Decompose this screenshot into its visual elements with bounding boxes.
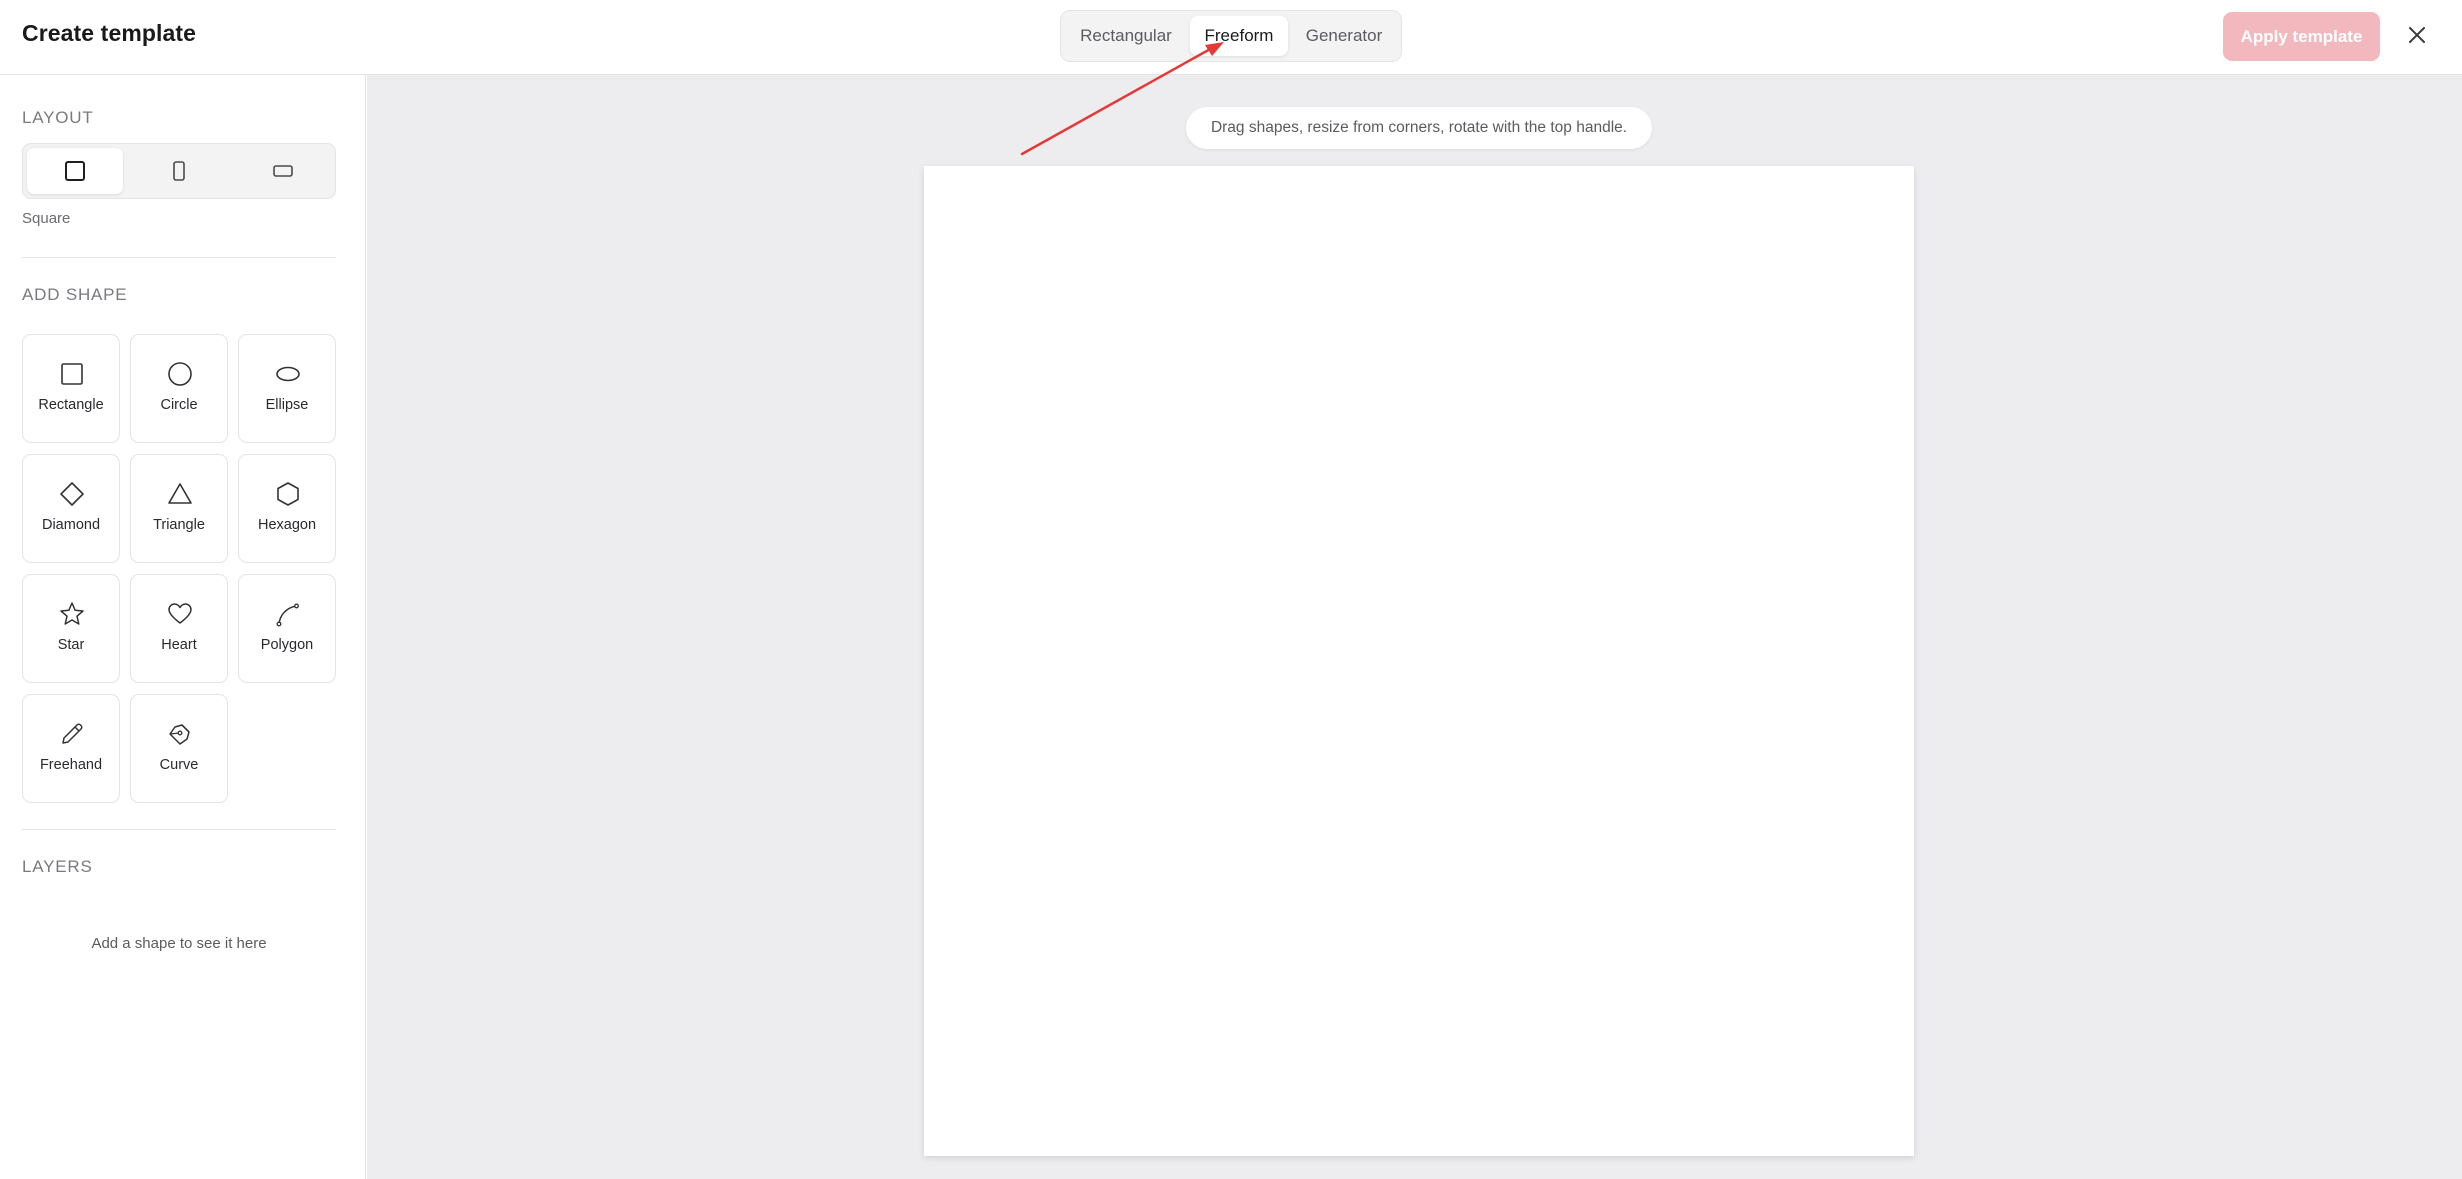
shape-triangle-button[interactable]: Triangle xyxy=(130,454,228,563)
close-button[interactable] xyxy=(2402,20,2432,50)
rectangle-icon xyxy=(61,363,83,385)
shape-hexagon-button[interactable]: Hexagon xyxy=(238,454,336,563)
shape-label: Polygon xyxy=(260,637,314,653)
shape-label: Star xyxy=(57,637,85,653)
circle-icon xyxy=(168,362,192,386)
shape-label: Circle xyxy=(160,397,198,413)
diamond-icon xyxy=(60,482,84,506)
apply-template-button[interactable]: Apply template xyxy=(2223,12,2380,61)
landscape-icon xyxy=(273,165,293,177)
top-bar: Create template Rectangular Freeform Gen… xyxy=(0,0,2462,75)
shape-label: Heart xyxy=(161,637,197,653)
ellipse-icon xyxy=(276,366,300,382)
heart-icon xyxy=(168,603,192,624)
shape-freehand-button[interactable]: Freehand xyxy=(22,694,120,803)
portrait-icon xyxy=(173,161,185,181)
add-shape-heading: ADD SHAPE xyxy=(22,285,128,304)
sidebar: LAYOUT Square ADD SHAPE Rectangle Circle… xyxy=(0,75,366,1179)
shape-label: Ellipse xyxy=(265,397,309,413)
layout-option-square[interactable] xyxy=(27,148,123,194)
shape-label: Rectangle xyxy=(38,397,104,413)
shape-label: Curve xyxy=(159,757,199,773)
pen-tool-icon xyxy=(169,724,190,745)
tab-freeform[interactable]: Freeform xyxy=(1190,16,1288,56)
shape-curve-button[interactable]: Curve xyxy=(130,694,228,803)
shape-diamond-button[interactable]: Diamond xyxy=(22,454,120,563)
canvas-hint: Drag shapes, resize from corners, rotate… xyxy=(1186,107,1652,149)
hexagon-icon xyxy=(277,482,299,506)
layers-heading: LAYERS xyxy=(22,857,93,876)
shape-ellipse-button[interactable]: Ellipse xyxy=(238,334,336,443)
pencil-icon xyxy=(62,723,83,744)
layout-selected-label: Square xyxy=(22,210,71,227)
layout-option-portrait[interactable] xyxy=(131,148,227,194)
template-editor: Create template Rectangular Freeform Gen… xyxy=(0,0,2462,1179)
shape-circle-button[interactable]: Circle xyxy=(130,334,228,443)
layout-selector xyxy=(22,143,336,199)
shape-label: Triangle xyxy=(153,517,205,533)
triangle-icon xyxy=(168,483,192,504)
page-title: Create template xyxy=(22,20,197,46)
mode-tabs: Rectangular Freeform Generator xyxy=(1060,10,1402,62)
polygon-icon xyxy=(276,603,299,627)
layers-empty-state: Add a shape to see it here xyxy=(91,935,267,952)
shape-polygon-button[interactable]: Polygon xyxy=(238,574,336,683)
shape-label: Hexagon xyxy=(257,517,317,533)
shape-heart-button[interactable]: Heart xyxy=(130,574,228,683)
star-icon xyxy=(60,602,84,625)
divider xyxy=(22,829,336,830)
drawing-canvas[interactable] xyxy=(924,166,1914,1156)
shape-star-button[interactable]: Star xyxy=(22,574,120,683)
tab-generator[interactable]: Generator xyxy=(1292,16,1396,56)
tab-rectangular[interactable]: Rectangular xyxy=(1066,16,1186,56)
canvas-workspace: Drag shapes, resize from corners, rotate… xyxy=(367,75,2462,1179)
layout-option-landscape[interactable] xyxy=(235,148,331,194)
shape-label: Freehand xyxy=(39,757,103,773)
divider xyxy=(22,257,336,258)
layout-heading: LAYOUT xyxy=(22,108,94,127)
shape-label: Diamond xyxy=(41,517,101,533)
close-icon xyxy=(2409,27,2425,43)
square-icon xyxy=(65,161,85,181)
shape-rectangle-button[interactable]: Rectangle xyxy=(22,334,120,443)
